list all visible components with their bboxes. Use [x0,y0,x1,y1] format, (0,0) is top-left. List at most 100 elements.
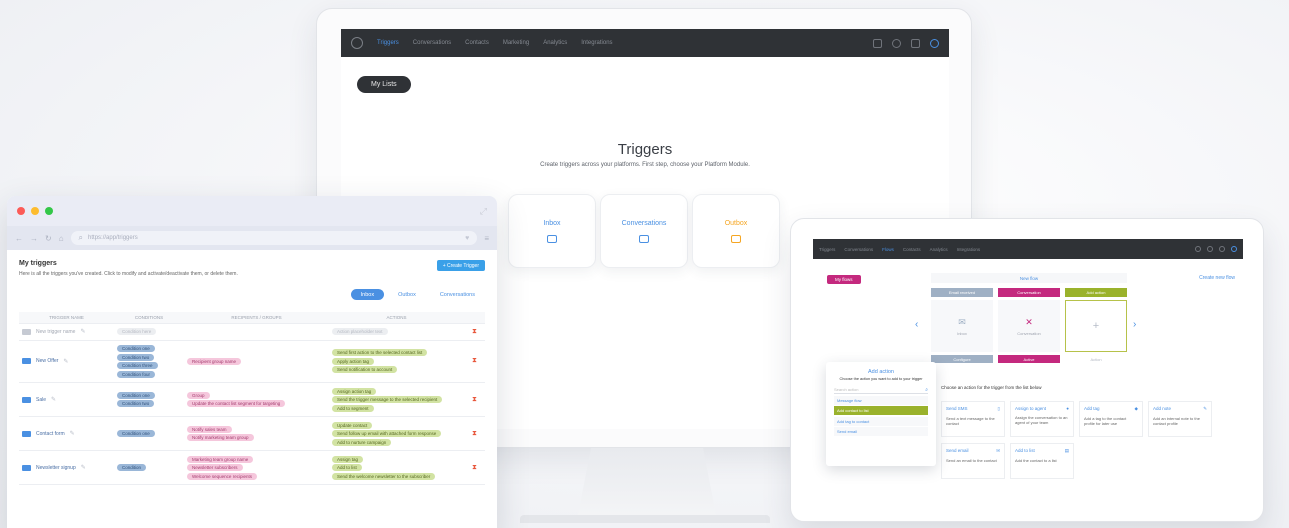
create-flow-link[interactable]: Create new flow [1199,275,1235,281]
nav-item-integrations[interactable]: Integrations [581,40,612,46]
fullscreen-icon[interactable]: ⤢ [480,206,487,217]
delete-icon[interactable]: ⧗ [464,340,485,383]
tab-conversations[interactable]: Conversations [430,289,485,300]
tab-outbox[interactable]: Outbox [388,289,426,300]
action-card[interactable]: Add note ✎ Add an internal note to the co… [1148,401,1212,437]
action-pill: Send the welcome newsletter to the subsc… [332,472,436,480]
column-header: TRIGGER NAME [19,312,114,324]
condition-pill: Condition [117,464,147,471]
dropdown-item[interactable]: Add tag to contact [834,416,928,426]
browser-toolbar: ← → ↻ ⌂ ⌕ https://app/triggers ♥ ≡ [7,226,497,250]
user-avatar-icon[interactable] [930,38,939,48]
flow-step-box[interactable]: ✕ Conversation [998,300,1060,352]
delete-icon[interactable]: ⧗ [464,416,485,451]
action-card-title: Assign to agent [1015,406,1047,411]
nav-item-integrations[interactable]: Integrations [957,247,981,252]
condition-pill: Condition three [117,362,158,369]
forward-arrow-icon[interactable]: → [30,234,38,243]
module-card-inbox[interactable]: Inbox [508,194,596,268]
address-bar[interactable]: ⌕ https://app/triggers ♥ [70,231,478,245]
settings-icon[interactable] [1195,246,1201,252]
condition-pill: Condition four [117,370,156,378]
condition-pill: Condition one [117,391,155,399]
envelope-icon: ✉ [958,316,966,327]
my-flows-button[interactable]: My flows [827,275,861,284]
edit-icon[interactable]: ✎ [63,358,68,365]
action-search-input[interactable]: Search action ⌕ [834,386,928,394]
module-card-label: Conversations [621,219,667,227]
dropdown-subtitle: Choose the action you want to add to you… [839,377,923,381]
module-card-outbox[interactable]: Outbox [692,194,780,268]
nav-item-conversations[interactable]: Conversations [844,247,873,252]
action-card[interactable]: Add to list ▤ Add the contact to a list [1010,443,1074,479]
nav-right-icons [873,38,939,48]
column-header [464,312,485,324]
home-icon[interactable]: ⌂ [59,234,64,243]
create-trigger-button[interactable]: + Create Trigger [436,260,485,271]
close-window-icon[interactable] [17,207,25,215]
search-icon[interactable]: ⌕ [925,387,928,393]
edit-icon[interactable]: ✎ [81,464,86,471]
bookmark-heart-icon[interactable]: ♥ [465,235,469,242]
nav-item-flows[interactable]: Flows [882,247,894,252]
back-arrow-icon[interactable]: ← [15,234,23,243]
edit-icon[interactable]: ✎ [51,396,56,403]
table-row[interactable]: Newsletter signup ✎ Condition Marketing t… [19,450,485,485]
action-pill: Action placeholder text [332,328,388,335]
action-card[interactable]: Assign to agent ● Assign the conversation… [1010,401,1074,437]
nav-item-conversations[interactable]: Conversations [413,40,451,46]
flow-step-foot[interactable]: Action [1065,355,1127,363]
flow-step-head[interactable]: Email received [931,288,993,297]
module-card-conversations[interactable]: Conversations [600,194,688,268]
flow-step-foot[interactable]: Active [998,355,1060,363]
nav-item-analytics[interactable]: Analytics [543,40,567,46]
flow-step-foot[interactable]: Configure [931,355,993,363]
nav-item-contacts[interactable]: Contacts [465,40,489,46]
action-card-desc: Add the contact to a list [1015,458,1057,463]
page-title: My triggers [19,260,57,267]
my-lists-button[interactable]: My Lists [357,76,411,93]
tag-icon: ◆ [1134,406,1138,411]
edit-icon[interactable]: ✎ [70,430,75,437]
table-row[interactable]: New trigger name ✎ Condition here Action … [19,323,485,341]
delete-icon[interactable]: ⧗ [464,450,485,485]
help-icon[interactable] [1219,246,1225,252]
action-card[interactable]: Add tag ◆ Add a tag to the contact profil… [1079,401,1143,437]
notifications-icon[interactable] [1207,246,1213,252]
table-row[interactable]: New Offer ✎ Condition one Condition two C… [19,340,485,383]
dropdown-item-selected[interactable]: Add contact to list [834,406,928,415]
recipient-pill: Recipient group name [187,357,242,365]
notifications-icon[interactable] [892,38,901,48]
nav-item-triggers[interactable]: Triggers [819,247,835,252]
action-card[interactable]: Send email ✉ Send an email to the contact [941,443,1005,479]
action-card-title: Add note [1153,406,1172,411]
nav-item-triggers[interactable]: Triggers [377,40,399,46]
app-logo-icon[interactable] [351,37,363,49]
maximize-window-icon[interactable] [45,207,53,215]
settings-icon[interactable] [873,38,882,48]
nav-item-analytics[interactable]: Analytics [930,247,948,252]
menu-icon[interactable]: ≡ [484,234,489,243]
table-row[interactable]: Sale ✎ Condition one Condition two Group … [19,382,485,417]
carousel-next-icon[interactable]: › [1133,319,1136,330]
delete-icon[interactable]: ⧗ [464,382,485,417]
help-icon[interactable] [911,38,920,48]
delete-icon[interactable]: ⧗ [464,323,485,341]
user-avatar-icon[interactable] [1231,246,1237,252]
dropdown-item[interactable]: Message flow [834,395,928,405]
tab-inbox[interactable]: Inbox [350,289,385,300]
dropdown-item[interactable]: Send email [834,427,928,436]
nav-item-marketing[interactable]: Marketing [503,40,529,46]
flow-step-box[interactable]: ✉ Inbox [931,300,993,352]
url-text: https://app/triggers [88,235,138,241]
edit-icon[interactable]: ✎ [80,328,85,335]
reload-icon[interactable]: ↻ [45,234,52,243]
flow-step-head[interactable]: Conversation [998,288,1060,297]
action-card[interactable]: Send SMS ▯ Send a text message to the con… [941,401,1005,437]
add-step-box[interactable]: + [1065,300,1127,352]
table-row[interactable]: Contact form ✎ Condition one Notify sales… [19,416,485,451]
carousel-prev-icon[interactable]: ‹ [915,319,918,330]
nav-item-contacts[interactable]: Contacts [903,247,921,252]
minimize-window-icon[interactable] [31,207,39,215]
flow-step-head[interactable]: Add action [1065,288,1127,297]
